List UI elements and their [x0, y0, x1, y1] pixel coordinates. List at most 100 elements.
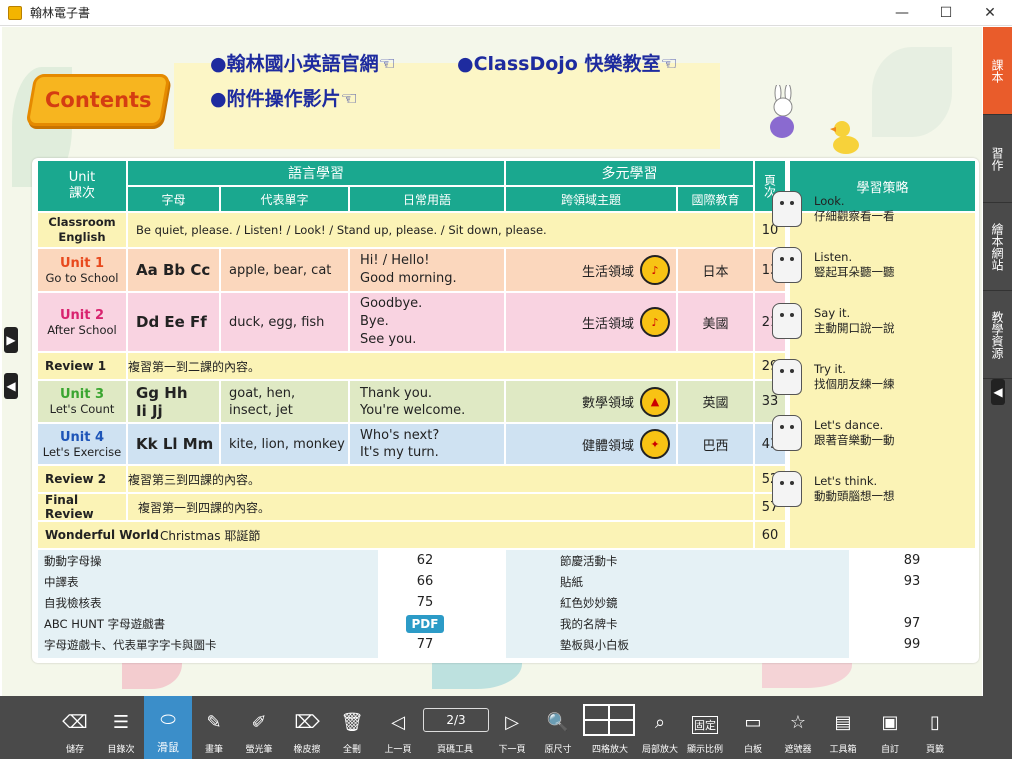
th-multi: 多元學習 — [506, 161, 753, 185]
strategy-zh: 仔細觀察看一看 — [814, 209, 895, 223]
strategy-zh: 跟著音樂動一動 — [814, 433, 895, 447]
strategy-zh: 動動頭腦想一想 — [814, 489, 895, 503]
strategy-zh: 豎起耳朵聽一聽 — [814, 265, 895, 279]
extra-label: 字母遊戲卡、代表單字字卡與圖卡 — [44, 637, 217, 652]
extra-page[interactable] — [849, 592, 975, 613]
row-unit: Wonderful World — [38, 522, 160, 548]
th-language: 語言學習 — [128, 161, 504, 185]
row-letters: Gg Hh Ii Jj — [128, 381, 219, 422]
row-unit: Final Review — [38, 494, 126, 520]
prev-page-button[interactable]: ◁ 上一頁 — [380, 696, 416, 759]
triangle-right-icon: ▷ — [505, 711, 519, 733]
tool-label: 遮號器 — [784, 745, 812, 755]
extra-label: 貼紙 — [560, 574, 583, 589]
mouse-button[interactable]: ⬭ 滑鼠 — [144, 696, 192, 759]
highlighter-button[interactable]: ✐ 螢光筆 — [240, 696, 278, 759]
robot-try-icon — [772, 359, 802, 395]
chevron-left-icon[interactable]: ◀ — [4, 373, 18, 399]
extra-page[interactable]: 89 — [849, 550, 975, 571]
whiteboard-button[interactable]: ▭ 白板 — [738, 696, 768, 759]
toolbox-button[interactable]: ▤ 工具箱 — [826, 696, 860, 759]
chevron-left-icon[interactable]: ◀ — [991, 379, 1005, 405]
row-page[interactable]: 60 — [755, 522, 785, 548]
tool-label: 儲存 — [65, 745, 84, 755]
tool-label: 工具箱 — [829, 745, 857, 755]
eraser-icon: ⌦ — [294, 711, 320, 733]
highlighter-icon: ✐ — [251, 711, 267, 733]
extra-page[interactable]: 77 — [378, 634, 472, 655]
contents-table: Unit 課次 語言學習 多元學習 頁次 學習策略 字母 代表單字 日常用語 跨… — [32, 158, 979, 663]
extra-page[interactable]: 99 — [849, 634, 975, 655]
duck-illustration — [830, 121, 859, 154]
tool-label: 局部放大 — [641, 745, 678, 755]
extra-page[interactable]: 93 — [849, 571, 975, 592]
row-intl: 美國 — [678, 293, 753, 351]
tab-picture-book-site[interactable]: 繪本網站 — [983, 203, 1012, 291]
delete-all-button[interactable]: 🗑 全刪 — [336, 696, 368, 759]
picker-button[interactable]: ☆ 遮號器 — [780, 696, 816, 759]
tool-label: 白板 — [743, 745, 762, 755]
classdojo-badge-icon[interactable]: ▲ — [640, 386, 670, 417]
whiteboard-icon: ▭ — [744, 711, 762, 733]
strategy-en: Say it. — [814, 306, 851, 320]
strategy-en: Let's think. — [814, 474, 878, 488]
window-titlebar: 翰林電子書 — ☐ ✕ — [0, 0, 1012, 26]
robot-dance-icon — [772, 415, 802, 451]
bottom-toolbar: ⌫ 儲存 ☰ 目錄次 ⬭ 滑鼠 ✎ 畫筆 ✐ 螢光筆 ⌦ 橡皮擦 🗑 全刪 ◁ 上一頁 頁碼工具… — [0, 696, 1012, 759]
page-indicator[interactable]: 2/3 — [423, 708, 489, 732]
app-icon — [8, 5, 22, 20]
pdf-button[interactable]: PDF — [378, 613, 472, 634]
extra-page[interactable]: 66 — [378, 571, 472, 592]
custom-button[interactable]: ▣ 自訂 — [874, 696, 906, 759]
robot-listen-icon — [772, 247, 802, 283]
pdf-label[interactable]: PDF — [405, 614, 445, 633]
hanlin-website-link[interactable]: ●翰林國小英語官網☜ — [210, 49, 396, 76]
th-daily: 日常用語 — [350, 187, 504, 211]
extra-page[interactable]: 75 — [378, 592, 472, 613]
strategy-item: Try it. 找個朋友練一練 — [772, 359, 895, 395]
classdojo-link[interactable]: ●ClassDojo 快樂教室☜ — [457, 49, 678, 76]
classdojo-badge-icon[interactable]: ♪ — [640, 255, 670, 285]
classdojo-badge-icon[interactable]: ♪ — [640, 307, 670, 337]
domain-label: 生活領域 — [581, 316, 634, 332]
tab-workbook[interactable]: 習作 — [983, 115, 1012, 203]
strategy-item: Look. 仔細觀察看一看 — [772, 191, 895, 227]
bookmark-button[interactable]: ▯ 頁籤 — [920, 696, 950, 759]
extra-page[interactable]: 62 — [378, 550, 472, 571]
strategy-item: Let's think. 動動頭腦想一想 — [772, 471, 895, 507]
save-button[interactable]: ⌫ 儲存 — [58, 696, 92, 759]
tool-label: 橡皮擦 — [293, 745, 321, 755]
eraser-button[interactable]: ⌦ 橡皮擦 — [288, 696, 326, 759]
original-size-button[interactable]: 🔍 原尺寸 — [541, 696, 575, 759]
extra-page[interactable]: 97 — [849, 613, 975, 634]
extra-label: 動動字母操 — [44, 553, 102, 568]
rabbit-illustration — [770, 85, 794, 138]
tool-label: 螢光筆 — [245, 745, 273, 755]
row-daily: Thank you. You're welcome. — [350, 381, 504, 422]
row-letters: Dd Ee Ff — [128, 293, 219, 351]
strategy-item: Say it. 主動開口說一說 — [772, 303, 895, 339]
toc-button[interactable]: ☰ 目錄次 — [102, 696, 140, 759]
close-button[interactable]: ✕ — [968, 0, 1012, 26]
attachment-video-link[interactable]: ●附件操作影片☜ — [210, 84, 358, 111]
local-zoom-button[interactable]: ⌕ 局部放大 — [640, 696, 680, 759]
minimize-button[interactable]: — — [880, 0, 924, 26]
row-vocab: goat, hen, insect, jet — [221, 381, 348, 422]
row-content: 複習第三到四課的內容。 — [128, 466, 753, 492]
row-unit: Classroom English — [38, 213, 126, 247]
maximize-button[interactable]: ☐ — [924, 0, 968, 26]
chevron-right-icon[interactable]: ▶ — [4, 327, 18, 353]
pen-button[interactable]: ✎ 畫筆 — [198, 696, 230, 759]
toolbox-icon: ▤ — [834, 711, 852, 733]
tool-label: 頁籤 — [925, 745, 944, 755]
extra-label: 墊板與小白板 — [560, 637, 629, 652]
row-domain: 生活領域 ♪ — [506, 293, 676, 351]
classdojo-badge-icon[interactable]: ✦ — [640, 429, 670, 459]
next-page-button[interactable]: ▷ 下一頁 — [494, 696, 530, 759]
bookmark-icon: ▯ — [930, 711, 940, 733]
tab-teaching-resources[interactable]: 教學資源 — [983, 291, 1012, 379]
display-ratio-button[interactable]: 固定 顯示比例 — [684, 696, 726, 759]
tab-textbook[interactable]: 課本 — [983, 27, 1012, 115]
domain-label: 數學領域 — [581, 396, 634, 411]
monitor-icon: 固定 — [692, 716, 718, 734]
